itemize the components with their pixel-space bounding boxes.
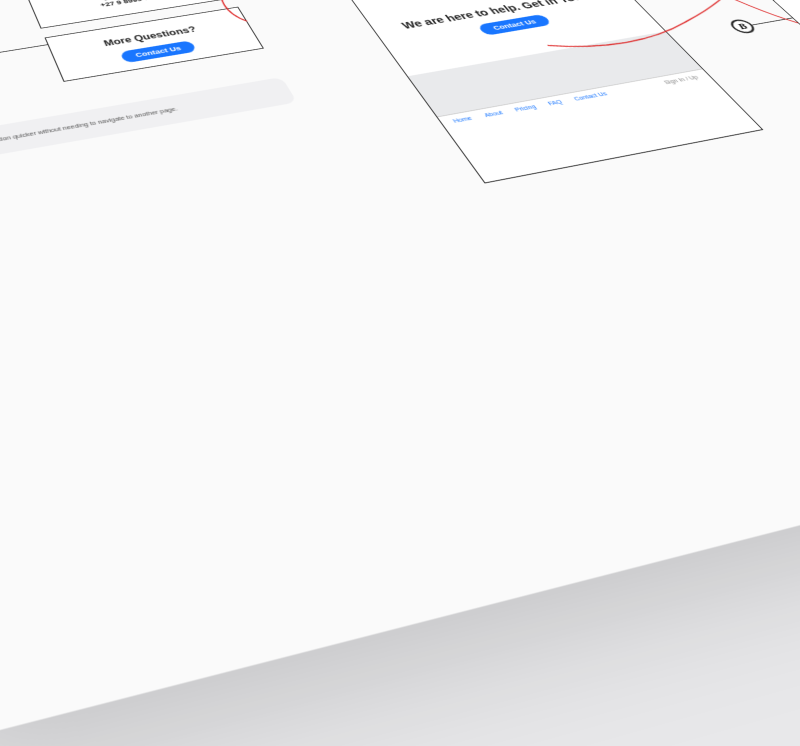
wf3-contact-button[interactable]: Contact Us [477,14,552,36]
vb2-heading1: We are here to help. [794,0,800,16]
wireframe-about-page: Solutions Our Purpose Why we exist? Who … [223,0,764,183]
variant-b2-card: We are here to help. See what we can do … [772,0,800,66]
annotation-note-1: i Variant "A" provides information quick… [0,77,297,178]
variant-marker-b2: B [726,18,758,34]
nav-contact[interactable]: Contact Us [573,92,609,103]
nav-signin[interactable]: Sign In / Up [663,75,700,86]
wireframe-canvas: Mail History 1198 items e a Challenge? L… [0,0,800,746]
note1-text: Variant "A" provides information quicker… [0,106,179,158]
nav-home[interactable]: Home [452,116,474,124]
nav-pricing[interactable]: Pricing [514,104,538,112]
nav-faq[interactable]: FAQ [547,100,564,107]
nav-about[interactable]: About [483,111,504,119]
